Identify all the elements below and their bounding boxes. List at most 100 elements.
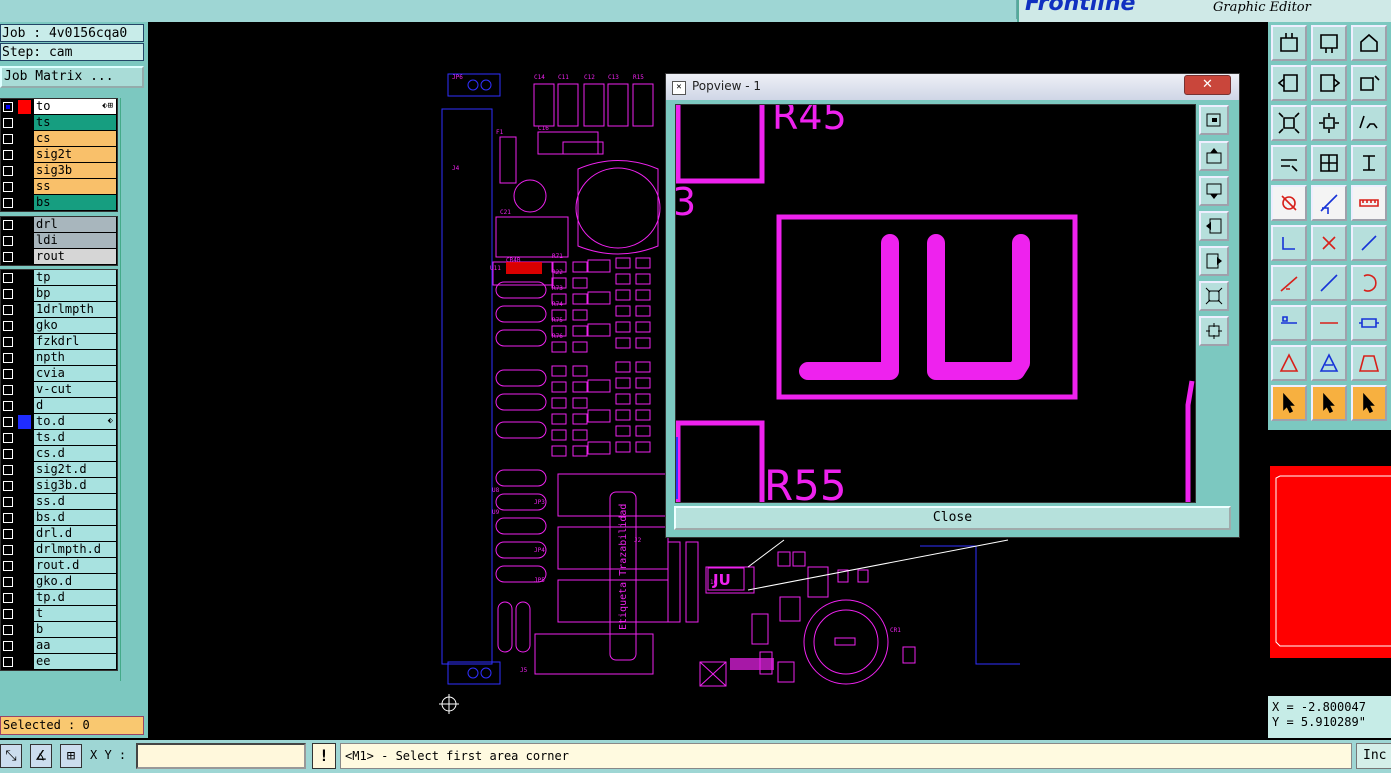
ruler-icon[interactable] (1351, 185, 1387, 221)
layer-name[interactable]: sig3b.d (34, 478, 116, 493)
layer-color-swatch[interactable] (18, 463, 31, 477)
inc-button[interactable]: Inc (1356, 743, 1391, 769)
pan-left-icon[interactable] (1271, 65, 1307, 101)
layer-name[interactable]: b (34, 622, 116, 637)
layer-color-swatch[interactable] (18, 234, 31, 248)
layer-name[interactable]: fzkdrl (34, 334, 116, 349)
move-node-icon[interactable] (1351, 225, 1387, 261)
layer-row[interactable]: ee (1, 654, 117, 670)
snap-mode-icon[interactable]: ⤡ (0, 744, 22, 768)
layer-name[interactable]: bs (34, 195, 116, 210)
measure-tool-icon[interactable] (1271, 145, 1307, 181)
layer-checkbox[interactable] (3, 150, 13, 160)
popview-zoom-out-button[interactable] (1199, 281, 1229, 311)
layer-color-swatch[interactable] (18, 148, 31, 162)
layer-row[interactable]: gko.d (1, 574, 117, 590)
popview-pan-right-button[interactable] (1199, 246, 1229, 276)
layer-name[interactable]: d (34, 398, 116, 413)
layer-row[interactable]: rout (1, 249, 117, 265)
layer-row[interactable]: aa (1, 638, 117, 654)
layer-name[interactable]: to ⬖⊞ (34, 99, 116, 114)
layer-row[interactable]: sig3b (1, 163, 117, 179)
layer-checkbox[interactable] (3, 118, 13, 128)
slant-tool-icon[interactable] (1311, 265, 1347, 301)
layer-name[interactable]: aa (34, 638, 116, 653)
layer-scrollbar[interactable] (120, 98, 145, 681)
layer-color-swatch[interactable] (18, 399, 31, 413)
layer-row[interactable]: sig2t (1, 147, 117, 163)
overview-preview[interactable] (1268, 430, 1391, 693)
layer-color-swatch[interactable] (18, 351, 31, 365)
layer-checkbox[interactable] (3, 198, 13, 208)
zoom-1-2-icon[interactable] (1351, 105, 1387, 141)
layer-row[interactable]: sig2t.d (1, 462, 117, 478)
layer-checkbox[interactable] (3, 289, 13, 299)
triangle-edit-icon[interactable] (1311, 345, 1347, 381)
layer-row[interactable]: npth (1, 350, 117, 366)
layer-color-swatch[interactable] (18, 218, 31, 232)
layer-row[interactable]: d (1, 398, 117, 414)
stretch-tool-icon[interactable] (1351, 305, 1387, 341)
layer-row[interactable]: to ⬖⊞ (1, 99, 117, 115)
layer-color-swatch[interactable] (18, 639, 31, 653)
grid-icon[interactable]: ⊞ (60, 744, 82, 768)
layer-color-swatch[interactable] (18, 132, 31, 146)
layer-name[interactable]: v-cut (34, 382, 116, 397)
layer-row[interactable]: 1drlmpth (1, 302, 117, 318)
layer-name[interactable]: ss.d (34, 494, 116, 509)
layer-color-swatch[interactable] (18, 495, 31, 509)
select-pointer-icon[interactable] (1271, 385, 1307, 421)
layer-row[interactable]: tp (1, 270, 117, 286)
popview-pan-up-button[interactable] (1199, 141, 1229, 171)
trapezoid-tool-icon[interactable] (1351, 345, 1387, 381)
layer-color-swatch[interactable] (18, 607, 31, 621)
layer-name[interactable]: drlmpth.d (34, 542, 116, 557)
layer-name[interactable]: cs (34, 131, 116, 146)
layer-row[interactable]: fzkdrl (1, 334, 117, 350)
layer-name[interactable]: t (34, 606, 116, 621)
xy-input[interactable] (136, 743, 306, 769)
layer-color-swatch[interactable] (18, 116, 31, 130)
layer-row[interactable]: bs.d (1, 510, 117, 526)
layer-color-swatch[interactable] (18, 287, 31, 301)
layer-checkbox[interactable] (3, 102, 13, 112)
layer-name[interactable]: ee (34, 654, 116, 669)
layer-color-swatch[interactable] (18, 196, 31, 210)
zoom-in-icon[interactable] (1311, 105, 1347, 141)
grid-toggle-icon[interactable] (1311, 145, 1347, 181)
layer-row[interactable]: cs.d (1, 446, 117, 462)
layer-name[interactable]: gko.d (34, 574, 116, 589)
layer-checkbox[interactable] (3, 353, 13, 363)
layer-name[interactable]: ts.d (34, 430, 116, 445)
layer-row[interactable]: sig3b.d (1, 478, 117, 494)
layer-checkbox[interactable] (3, 433, 13, 443)
layer-row[interactable]: drl (1, 217, 117, 233)
layer-name[interactable]: ss (34, 179, 116, 194)
layer-name[interactable]: drl.d (34, 526, 116, 541)
layer-checkbox[interactable] (3, 545, 13, 555)
layer-color-swatch[interactable] (18, 479, 31, 493)
layer-row[interactable]: ss (1, 179, 117, 195)
layer-row[interactable]: drl.d (1, 526, 117, 542)
layer-color-swatch[interactable] (18, 543, 31, 557)
layer-checkbox[interactable] (3, 465, 13, 475)
layer-name[interactable]: drl (34, 217, 116, 232)
layer-row[interactable]: t (1, 606, 117, 622)
layer-color-swatch[interactable] (18, 511, 31, 525)
layer-row[interactable]: b (1, 622, 117, 638)
measure-icon[interactable]: ∡ (30, 744, 52, 768)
layer-name[interactable]: sig2t (34, 147, 116, 162)
layer-checkbox[interactable] (3, 593, 13, 603)
layer-checkbox[interactable] (3, 369, 13, 379)
layer-row[interactable]: cs (1, 131, 117, 147)
layer-name[interactable]: sig3b (34, 163, 116, 178)
layer-color-swatch[interactable] (18, 367, 31, 381)
select-box-icon[interactable] (1351, 385, 1387, 421)
layer-name[interactable]: tp (34, 270, 116, 285)
layer-color-swatch[interactable] (18, 575, 31, 589)
layer-checkbox[interactable] (3, 625, 13, 635)
layer-color-swatch[interactable] (18, 100, 31, 114)
add-line-icon[interactable] (1311, 185, 1347, 221)
layer-row[interactable]: tp.d (1, 590, 117, 606)
layer-checkbox[interactable] (3, 481, 13, 491)
